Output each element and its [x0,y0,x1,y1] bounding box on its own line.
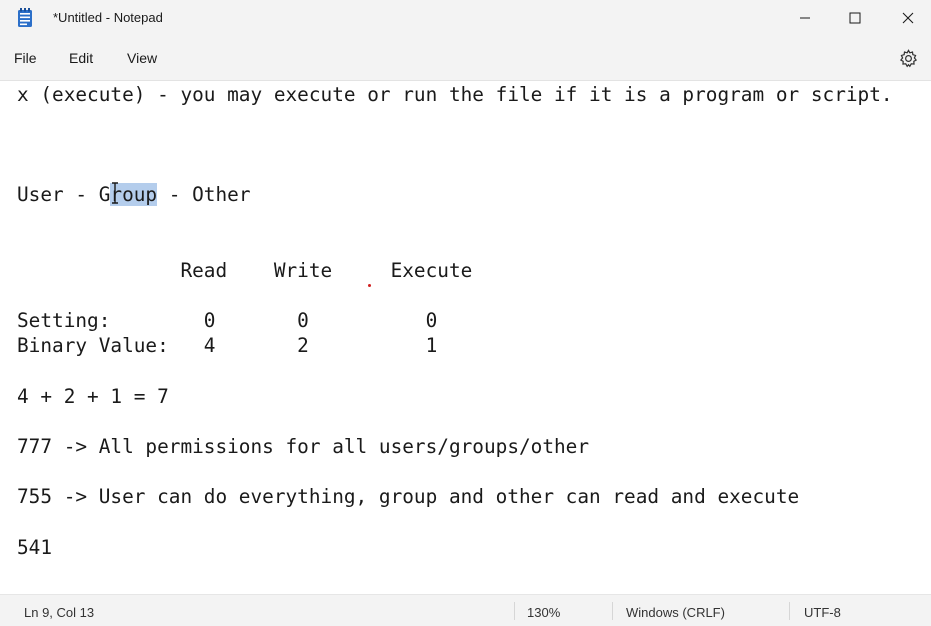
status-divider [514,602,515,620]
title-bar: *Untitled - Notepad [0,0,931,36]
status-position: Ln 9, Col 13 [24,605,95,620]
text-line: 755 -> User can do everything, group and… [17,485,800,508]
text-line: x (execute) - you may execute or run the… [17,83,893,106]
text-cursor-ibeam-icon [112,182,118,204]
red-marker-dot [368,284,371,287]
text-line: 777 -> All permissions for all users/gro… [17,435,590,458]
status-line-ending: Windows (CRLF) [626,605,725,620]
text-line: Binary Value: 4 2 1 [17,334,438,357]
settings-gear-icon[interactable] [899,49,918,68]
text-editor[interactable]: x (execute) - you may execute or run the… [0,81,931,593]
status-divider [612,602,613,620]
status-bar: Ln 9, Col 13 130% Windows (CRLF) UTF-8 [0,594,931,626]
menu-file[interactable]: File [14,50,37,66]
text-segment: - Other [157,183,251,206]
minimize-button[interactable] [782,0,828,36]
close-icon [902,12,914,24]
text-line: 4 + 2 + 1 = 7 [17,385,169,408]
menu-bar: File Edit View [0,36,931,81]
text-segment: User - G [17,183,111,206]
text-line: Read Write Execute [17,259,473,282]
menu-edit[interactable]: Edit [69,50,93,66]
status-encoding: UTF-8 [804,605,841,620]
notepad-app-icon [18,8,32,27]
status-divider [789,602,790,620]
window-title: *Untitled - Notepad [53,10,163,25]
minimize-icon [800,17,810,19]
close-button[interactable] [885,0,931,36]
status-zoom: 130% [527,605,561,620]
menu-view[interactable]: View [127,50,157,66]
maximize-icon [849,12,861,24]
text-line: Setting: 0 0 0 [17,309,438,332]
text-line: User - Group - Other [17,182,251,207]
maximize-button[interactable] [832,0,878,36]
text-line: 541 [17,536,53,559]
